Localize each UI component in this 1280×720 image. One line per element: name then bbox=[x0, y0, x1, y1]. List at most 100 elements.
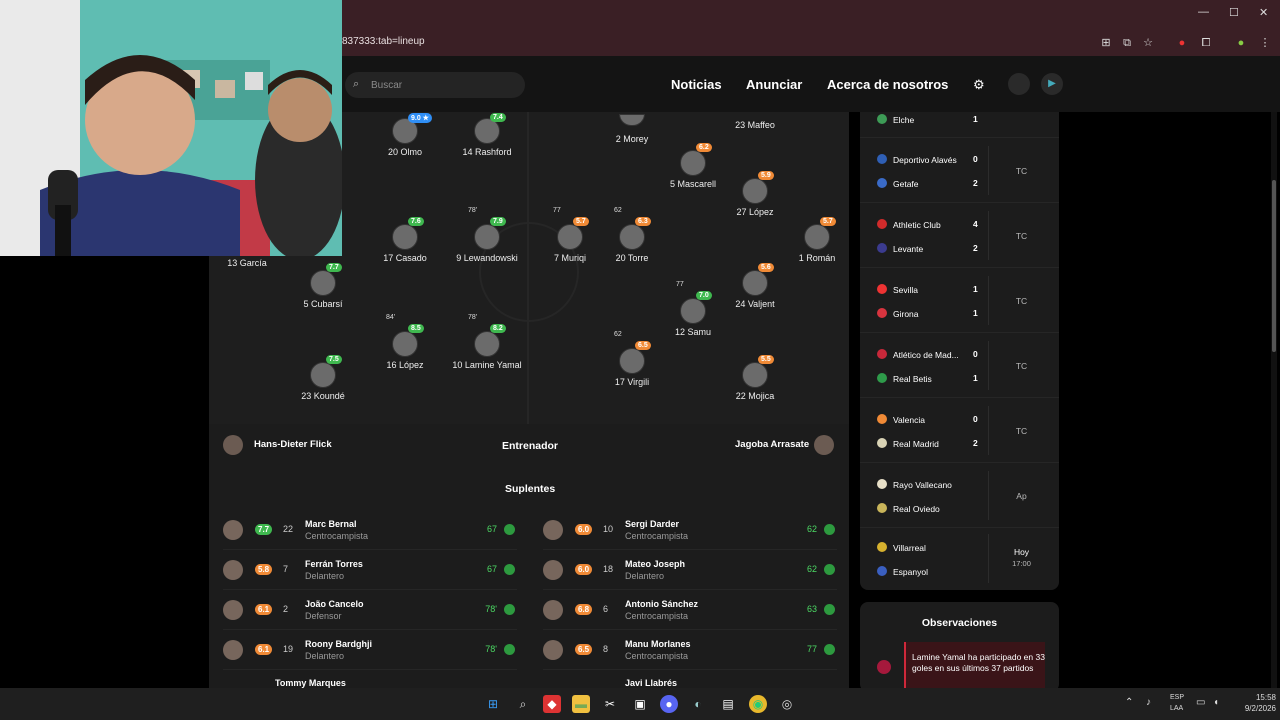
player-card[interactable]: 24 Valjent 5.6 bbox=[710, 263, 800, 309]
browser-menu-icon[interactable]: ⋮ bbox=[1258, 36, 1272, 50]
player-card[interactable]: 23 Maffeo bbox=[710, 114, 800, 130]
profile-avatar-icon[interactable]: ● bbox=[1234, 36, 1248, 50]
url-text[interactable]: 837333:tab=lineup bbox=[342, 36, 425, 47]
player-avatar bbox=[474, 224, 500, 250]
minecraft-icon[interactable]: ▣ bbox=[631, 695, 649, 713]
tray-chevron-icon[interactable]: ⌃ bbox=[1125, 697, 1133, 708]
home-score: 4 bbox=[973, 219, 978, 229]
nav-noticias[interactable]: Noticias bbox=[671, 77, 722, 92]
volume-icon[interactable]: ◖ bbox=[1213, 697, 1219, 708]
match-row[interactable]: Deportivo Alavés 0 Getafe 2 TC bbox=[860, 138, 1059, 203]
search-icon[interactable]: ⌕ bbox=[514, 695, 532, 713]
player-card[interactable]: 14 Rashford 7.4 bbox=[442, 113, 532, 157]
player-card[interactable]: 23 Koundé 7.5 bbox=[278, 355, 368, 401]
home-score: 0 bbox=[973, 414, 978, 424]
translate-icon[interactable]: ⊞ bbox=[1099, 36, 1113, 50]
player-rating: 6.5 bbox=[635, 341, 651, 350]
search-input[interactable] bbox=[371, 76, 511, 94]
extensions-puzzle-icon[interactable]: ⧠ bbox=[1199, 36, 1213, 50]
nav-acerca[interactable]: Acerca de nosotros bbox=[827, 77, 948, 92]
layout-indicator[interactable]: LAA bbox=[1170, 705, 1183, 712]
player-card[interactable]: 62 20 Torre 6.3 bbox=[587, 207, 677, 263]
bookmark-star-icon[interactable]: ☆ bbox=[1141, 36, 1155, 50]
player-avatar bbox=[543, 640, 563, 660]
player-card[interactable]: 78' 10 Lamine Yamal 8.2 bbox=[442, 314, 532, 370]
player-card[interactable]: 1 Román 5.7 bbox=[772, 217, 862, 263]
sub-row[interactable]: 7.7 22 Marc Bernal Centrocampista 67 bbox=[223, 510, 517, 550]
close-window-button[interactable]: ✕ bbox=[1259, 6, 1268, 19]
sub-row[interactable]: 6.1 19 Roony Bardghji Delantero 78' bbox=[223, 630, 517, 670]
away-score: 2 bbox=[973, 178, 978, 188]
player-card[interactable]: 27 López 5.9 bbox=[710, 171, 800, 217]
player-card[interactable]: 2 Morey bbox=[587, 114, 677, 144]
team-name: Espanyol bbox=[893, 567, 928, 577]
sub-row[interactable]: 6.1 2 João Cancelo Defensor 78' bbox=[223, 590, 517, 630]
team-name: Girona bbox=[893, 309, 919, 319]
sub-row[interactable]: 6.8 6 Antonio Sánchez Centrocampista 63 bbox=[543, 590, 837, 630]
sub-rating: 6.0 bbox=[575, 564, 593, 575]
chrome-icon[interactable]: ◉ bbox=[749, 695, 767, 713]
away-score: 1 bbox=[973, 308, 978, 318]
windows-start-icon[interactable]: ⊞ bbox=[484, 695, 502, 713]
microphone-icon[interactable]: ♪ bbox=[1146, 697, 1151, 708]
sub-number: 19 bbox=[283, 644, 294, 654]
app-icon[interactable]: ◆ bbox=[543, 695, 561, 713]
team-crest-icon bbox=[877, 284, 887, 294]
match-row[interactable]: Elche 1 bbox=[860, 112, 1059, 138]
home-team: Deportivo Alavés bbox=[877, 154, 957, 165]
language-indicator[interactable]: ESP bbox=[1170, 694, 1184, 701]
away-team: Levante bbox=[877, 243, 923, 254]
player-card[interactable]: 84' 16 López 8.5 bbox=[360, 314, 450, 370]
player-card[interactable]: 62 17 Virgili 6.5 bbox=[587, 331, 677, 387]
sub-row[interactable]: 6.5 8 Manu Morlanes Centrocampista 77 bbox=[543, 630, 837, 670]
sub-name: Marc Bernal bbox=[305, 519, 357, 529]
file-explorer-icon[interactable]: ▬ bbox=[572, 695, 590, 713]
steam-icon[interactable]: ◐ bbox=[689, 695, 707, 713]
apple-store-icon[interactable] bbox=[1008, 73, 1030, 95]
clock-date[interactable]: 9/2/2026 bbox=[1226, 704, 1276, 713]
network-icon[interactable]: ▭ bbox=[1196, 697, 1205, 708]
player-card[interactable]: 17 Casado 7.6 bbox=[360, 217, 450, 263]
team-name: Rayo Vallecano bbox=[893, 480, 952, 490]
match-row[interactable]: Villarreal Espanyol Hoy 17:00 bbox=[860, 528, 1059, 590]
sub-minute: 78' bbox=[485, 644, 497, 654]
match-row[interactable]: Sevilla 1 Girona 1 TC bbox=[860, 268, 1059, 333]
sub-row[interactable]: 6.0 18 Mateo Joseph Delantero 62 bbox=[543, 550, 837, 590]
nav-anunciar[interactable]: Anunciar bbox=[746, 77, 802, 92]
epic-games-icon[interactable]: ▤ bbox=[719, 695, 737, 713]
obs-icon[interactable]: ◎ bbox=[778, 695, 796, 713]
sub-row[interactable]: Tommy Marques bbox=[223, 670, 517, 688]
player-name: 2 Morey bbox=[615, 134, 649, 144]
player-card[interactable]: 78' 9 Lewandowski 7.9 bbox=[442, 207, 532, 263]
away-coach-name[interactable]: Jagoba Arrasate bbox=[735, 439, 809, 450]
player-rating: 9.0 ★ bbox=[408, 113, 432, 123]
sub-number: 6 bbox=[603, 604, 609, 614]
google-play-icon[interactable]: ▶ bbox=[1041, 73, 1063, 95]
sub-row[interactable]: 6.0 10 Sergi Darder Centrocampista 62 bbox=[543, 510, 837, 550]
minimize-button[interactable]: — bbox=[1198, 6, 1209, 18]
match-time: 17:00 bbox=[1012, 559, 1031, 568]
maximize-button[interactable]: ☐ bbox=[1229, 6, 1239, 19]
discord-icon[interactable]: ● bbox=[660, 695, 678, 713]
search-box[interactable]: ⌕ bbox=[345, 72, 525, 98]
clock-time[interactable]: 15:58 bbox=[1236, 693, 1276, 702]
settings-gear-icon[interactable]: ⚙ bbox=[973, 77, 985, 93]
match-row[interactable]: Valencia 0 Real Madrid 2 TC bbox=[860, 398, 1059, 463]
player-card[interactable]: 20 Olmo 9.0 ★ bbox=[360, 113, 450, 157]
scrollbar-thumb[interactable] bbox=[1272, 180, 1276, 352]
observations-title: Observaciones bbox=[921, 617, 998, 629]
player-card[interactable]: 5 Cubarsí 7.7 bbox=[278, 263, 368, 309]
sub-number: 18 bbox=[603, 564, 614, 574]
match-row[interactable]: Atlético de Mad... 0 Real Betis 1 TC bbox=[860, 333, 1059, 398]
match-row[interactable]: Athletic Club 4 Levante 2 TC bbox=[860, 203, 1059, 268]
player-avatar bbox=[223, 600, 243, 620]
extension-icon[interactable]: ● bbox=[1175, 36, 1189, 50]
sub-row[interactable]: Javi Llabrés bbox=[543, 670, 837, 688]
webcam-overlay bbox=[0, 0, 342, 256]
cast-icon[interactable]: ⧉ bbox=[1120, 36, 1134, 50]
match-row[interactable]: Rayo Vallecano Real Oviedo Ap bbox=[860, 463, 1059, 528]
sub-row[interactable]: 5.8 7 Ferrán Torres Delantero 67 bbox=[223, 550, 517, 590]
player-card[interactable]: 22 Mojica 5.5 bbox=[710, 355, 800, 401]
home-coach-name[interactable]: Hans-Dieter Flick bbox=[254, 439, 332, 450]
capcut-icon[interactable]: ✂ bbox=[601, 695, 619, 713]
